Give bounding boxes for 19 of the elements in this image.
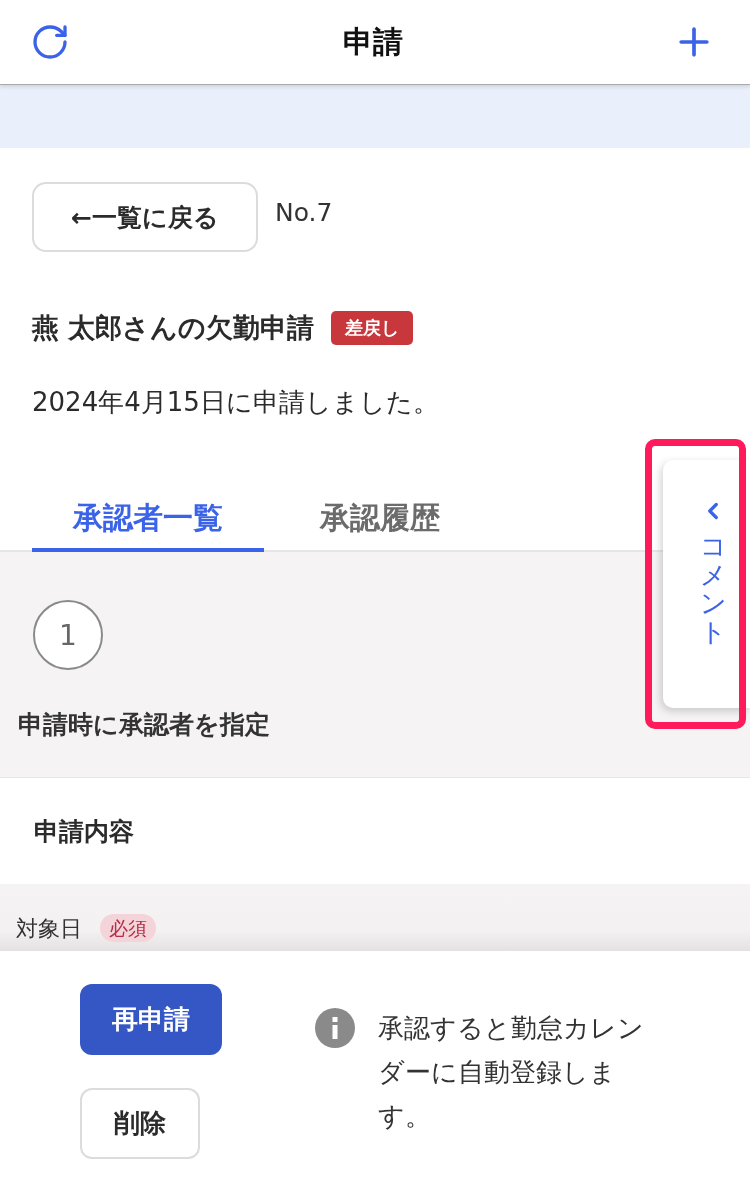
refresh-icon [30, 22, 70, 62]
info-note: 承認すると勤怠カレンダーに自動登録します。 [378, 1012, 645, 1133]
required-badge: 必須 [100, 914, 156, 942]
page-title: 申請 [343, 24, 403, 60]
submitted-date: 2024年4月15日に申請しました。 [32, 386, 439, 419]
back-to-list-button[interactable]: ←一覧に戻る [32, 182, 258, 252]
refresh-button[interactable] [30, 22, 70, 62]
request-title: 燕 太郎さんの欠勤申請 [32, 311, 315, 345]
tab[interactable]: 承認履歴 [264, 488, 496, 552]
delete-button[interactable]: 削除 [80, 1088, 200, 1159]
section-title: 申請内容 [34, 815, 134, 848]
comment-tab[interactable]: コメント [663, 460, 750, 708]
status-badge: 差戻し [331, 311, 414, 345]
step-label: 申請時に承認者を指定 [18, 709, 270, 741]
step-number: 1 [33, 600, 103, 670]
request-number: No.7 [275, 198, 333, 228]
field-label: 対象日 [16, 915, 82, 943]
resubmit-button[interactable]: 再申請 [80, 984, 222, 1055]
info-icon [315, 1008, 355, 1048]
